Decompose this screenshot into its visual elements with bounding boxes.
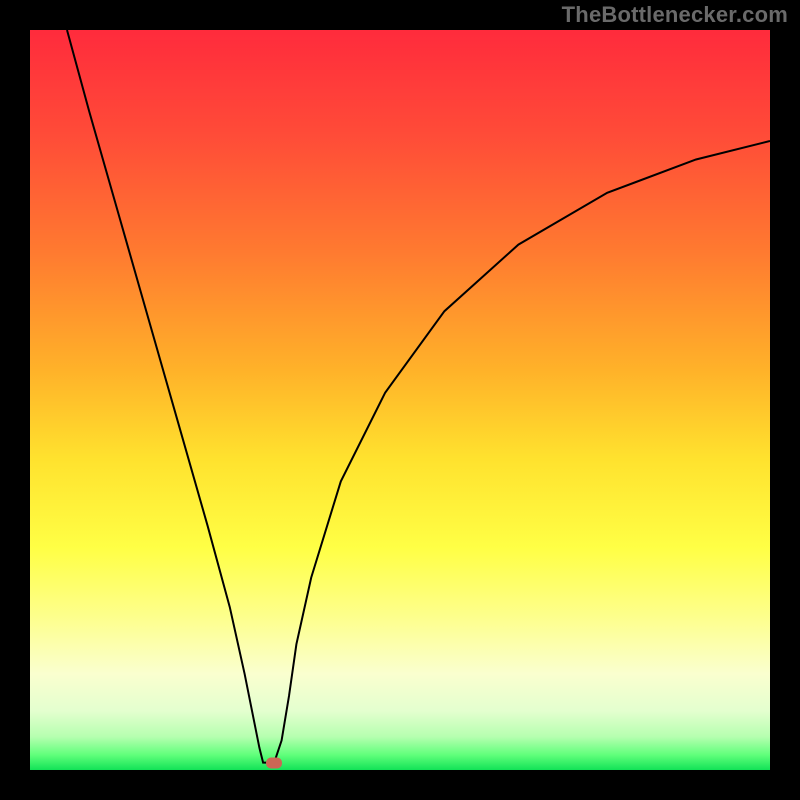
watermark-label: TheBottlenecker.com	[562, 2, 788, 28]
minimum-marker	[266, 757, 282, 768]
plot-area	[30, 30, 770, 770]
plot-svg	[30, 30, 770, 770]
gradient-rect	[30, 30, 770, 770]
chart-frame: TheBottlenecker.com	[0, 0, 800, 800]
